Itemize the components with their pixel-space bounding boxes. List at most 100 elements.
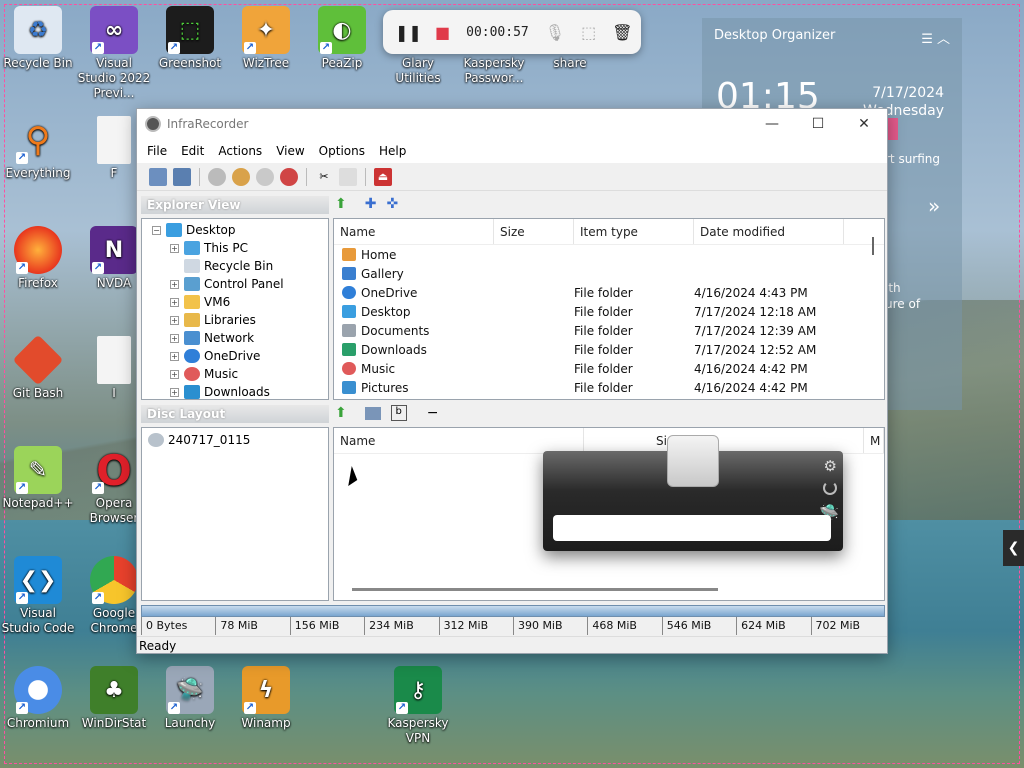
mute-mic-icon[interactable]: 🎙 [545,23,565,42]
burn-disc-icon[interactable] [208,167,226,186]
tree-item-libraries[interactable]: + Libraries [152,311,328,329]
scrollbar-thumb[interactable] [872,237,874,255]
file-row[interactable]: Pictures File folder 4/16/2024 4:42 PM [334,378,884,397]
file-row[interactable]: Desktop File folder 7/17/2024 12:18 AM [334,302,884,321]
menu-help[interactable]: Help [379,144,406,158]
file-row[interactable]: OneDrive File folder 4/16/2024 4:43 PM [334,283,884,302]
explorer-tree[interactable]: − Desktop + This PC Recycle Bin + Contro… [141,218,329,400]
new-folder-icon[interactable] [364,406,381,420]
eject-icon[interactable] [339,167,357,186]
file-row[interactable]: Downloads File folder 7/17/2024 12:52 AM [334,340,884,359]
launchy-overlay[interactable]: ⚙ 🛸 [543,435,843,551]
menu-edit[interactable]: Edit [181,144,204,158]
close-button[interactable]: ✕ [841,116,887,132]
minimize-button[interactable]: — [749,116,795,132]
disc-tree[interactable]: 240717_0115 [141,427,329,601]
menu-options[interactable]: Options [319,144,365,158]
tree-item-onedrive[interactable]: + OneDrive [152,347,328,365]
desktop-icon-launchy[interactable]: 🛸 ↗ Launchy [152,666,228,731]
open-project-icon[interactable] [149,167,167,186]
tree-item-desktop[interactable]: − Desktop [152,221,328,239]
desktop-icon-windirstat[interactable]: ♣ WinDirStat [76,666,152,731]
copy-disc-icon[interactable] [232,167,250,186]
menu-view[interactable]: View [276,144,304,158]
desktop-icon-kaspersky-vpn[interactable]: ⚷ ↗ Kaspersky VPN [380,666,456,746]
erase-disc-icon[interactable] [280,167,298,186]
menu-actions[interactable]: Actions [218,144,262,158]
shortcut-arrow-icon: ↗ [168,702,180,714]
tree-item-network[interactable]: + Network [152,329,328,347]
disc-tree-item[interactable]: 240717_0115 [148,431,322,449]
organizer-next-icon[interactable]: » [928,194,940,218]
tree-item-recycle-bin[interactable]: Recycle Bin [152,257,328,275]
screen-recorder-toolbar[interactable]: ❚❚ ■ 00:00:57 🎙 ⬚ 🗑 [383,10,641,54]
shortcut-arrow-icon: ↗ [92,482,104,494]
tree-item-downloads[interactable]: + Downloads [152,383,328,399]
desktop-icon-git-bash[interactable]: Git Bash [0,334,76,401]
menu-file[interactable]: File [147,144,167,158]
desktop-icon-wiztree[interactable]: ✦ ↗ WizTree [228,6,304,71]
file-row[interactable]: Music File folder 4/16/2024 4:42 PM [334,359,884,378]
expand-icon[interactable]: + [170,351,179,361]
disc-column-name[interactable]: Name [334,428,584,453]
exit-icon[interactable]: ⏏ [374,167,392,186]
column-item-type[interactable]: Item type [574,219,694,244]
desktop-icon-recycle-bin[interactable]: ♻ Recycle Bin [0,6,76,71]
up-folder-icon[interactable]: ⬆ [335,405,347,421]
remove-icon[interactable]: − [427,405,439,421]
file-row[interactable]: Gallery [334,264,884,283]
title-bar[interactable]: InfraRecorder — ☐ ✕ [137,109,887,139]
desktop-icon-winamp[interactable]: ϟ ↗ Winamp [228,666,304,731]
infrarecorder-window[interactable]: InfraRecorder — ☐ ✕ File Edit Actions Vi… [136,108,888,654]
horizontal-scrollbar[interactable] [352,588,718,591]
tree-item-music[interactable]: + Music [152,365,328,383]
expand-icon[interactable]: + [170,297,179,307]
gear-icon[interactable]: ⚙ [824,457,837,475]
launchy-search-input[interactable] [553,515,831,541]
windirstat-tree-icon: ♣ [90,666,138,714]
add-icon[interactable]: ✚ [365,196,377,212]
disc-column-size[interactable]: Si [584,428,864,453]
expand-icon[interactable]: + [170,243,179,253]
file-row[interactable]: Documents File folder 7/17/2024 12:39 AM [334,321,884,340]
pause-icon[interactable]: ❚❚ [395,23,422,42]
disc-info-icon[interactable] [256,167,274,186]
side-panel-toggle[interactable]: ❮ [1003,530,1024,566]
column-size[interactable]: Size [494,219,574,244]
collapse-icon[interactable]: − [152,225,161,235]
documents-icon [342,324,356,337]
expand-icon[interactable]: + [170,279,179,289]
rename-icon[interactable]: b [390,405,407,421]
tree-item-control-panel[interactable]: + Control Panel [152,275,328,293]
tree-item-vm6[interactable]: + VM6 [152,293,328,311]
desktop-icon-chromium[interactable]: ↗ Chromium [0,666,76,731]
expand-icon[interactable]: + [170,387,179,397]
explorer-file-list[interactable]: Name Size Item type Date modified Home G… [333,218,885,400]
column-name[interactable]: Name [334,219,494,244]
desktop-icon-everything[interactable]: ⚲ ↗ Everything [0,116,76,181]
region-select-icon[interactable]: ⬚ [581,23,596,42]
shortcut-arrow-icon: ↗ [92,592,104,604]
delete-icon[interactable]: 🗑 [612,23,632,42]
cut-icon[interactable]: ✂ [315,168,333,186]
add-all-icon[interactable]: ✜ [386,196,398,212]
maximize-button[interactable]: ☐ [795,116,841,132]
disc-column-m[interactable]: M [864,428,884,453]
stop-icon[interactable]: ■ [435,23,450,42]
save-project-icon[interactable] [173,167,191,186]
column-date-modified[interactable]: Date modified [694,219,844,244]
desktop-icon-firefox[interactable]: ↗ Firefox [0,226,76,291]
organizer-menu-icon[interactable]: ☰ ︿ [921,28,950,47]
desktop-icon-visual-studio[interactable]: ∞ ↗ Visual Studio 2022 Previ... [76,6,152,101]
desktop-icon-notepad-plus[interactable]: ✎ ↗ Notepad++ [0,446,76,511]
tree-item-this-pc[interactable]: + This PC [152,239,328,257]
desktop-icon-greenshot[interactable]: ⬚ ↗ Greenshot [152,6,228,71]
up-folder-icon[interactable]: ⬆ [335,196,347,212]
file-row[interactable]: Home [334,245,884,264]
expand-icon[interactable]: + [170,369,179,379]
desktop-folder-icon [342,305,356,318]
expand-icon[interactable]: + [170,333,179,343]
expand-icon[interactable]: + [170,315,179,325]
desktop-icon-peazip[interactable]: ◐ ↗ PeaZip [304,6,380,71]
desktop-icon-vscode[interactable]: ❮❯ ↗ Visual Studio Code [0,556,76,636]
